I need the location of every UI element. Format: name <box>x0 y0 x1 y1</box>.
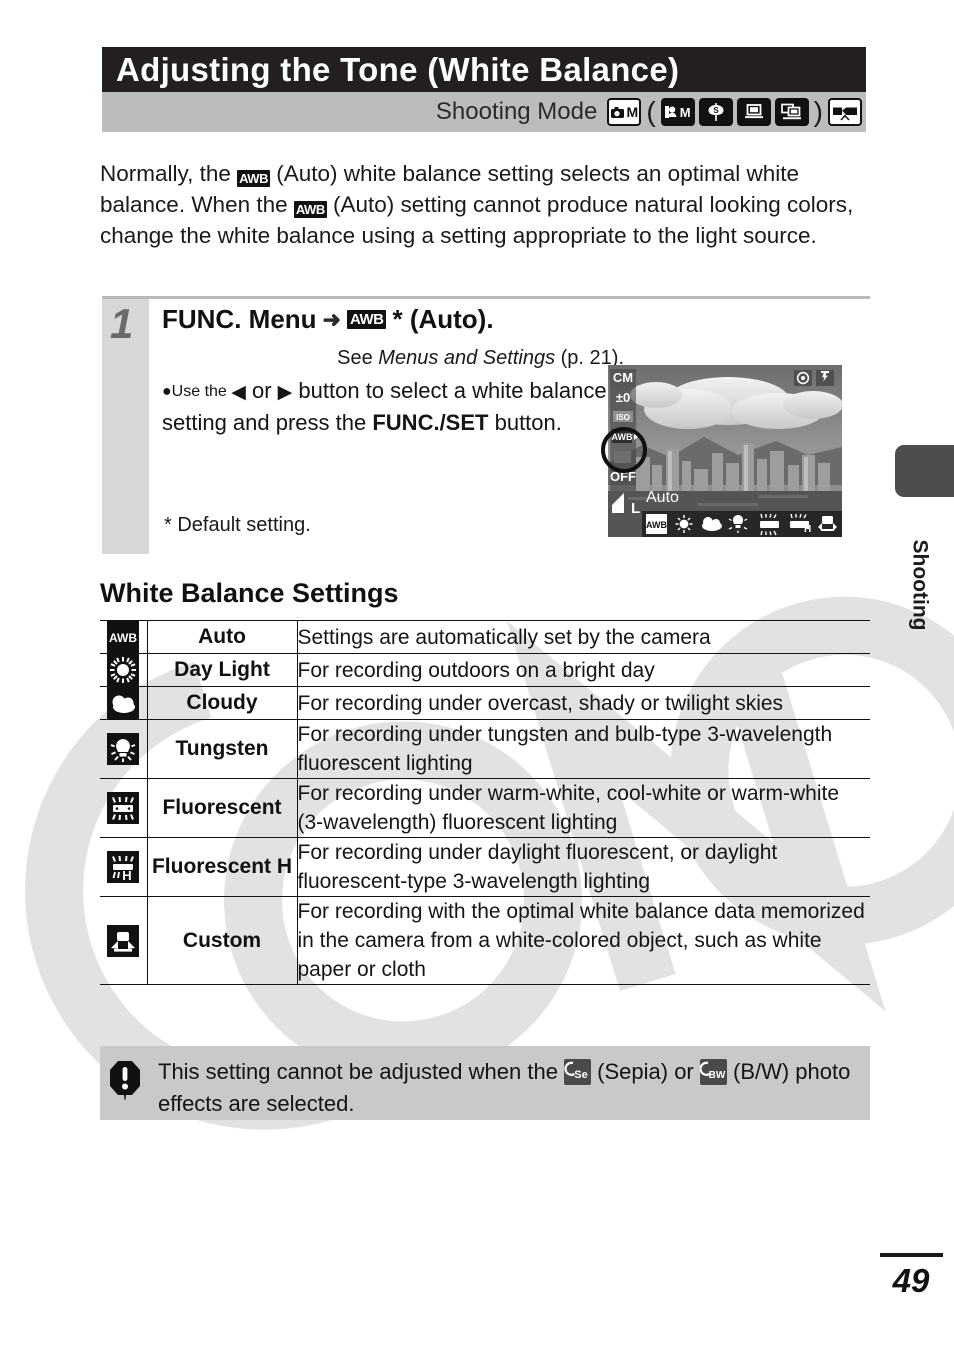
row-description: For recording with the optimal white bal… <box>297 900 865 981</box>
page-title-bar: Adjusting the Tone (White Balance) <box>102 47 866 92</box>
side-tab-label: Shooting <box>889 505 949 665</box>
lcd-highlight-circle <box>601 427 647 473</box>
paren-close-icon: ) <box>813 96 823 127</box>
note-text-part-2: (Sepia) or <box>591 1059 700 1084</box>
cloudy-icon <box>107 687 140 719</box>
daylight-icon <box>107 654 140 686</box>
table-row: Tungsten For recording under tungsten an… <box>100 719 870 779</box>
custom-icon <box>107 924 140 957</box>
row-icon-cell: H <box>100 837 148 897</box>
svg-text:CM: CM <box>613 370 633 385</box>
warning-icon <box>108 1056 152 1106</box>
see-italic-ref: Menus and Settings <box>378 347 556 369</box>
row-name: Fluorescent <box>147 778 298 838</box>
svg-text:AWB: AWB <box>646 520 667 530</box>
shooting-mode-icons: M ( M S) <box>607 98 862 126</box>
table-row: H Fluorescent H For recording under dayl… <box>100 837 870 897</box>
row-icon-cell: AWB <box>100 620 148 654</box>
foliage-icon: S <box>698 98 733 126</box>
svg-text:L: L <box>631 500 640 517</box>
page-title: Adjusting the Tone (White Balance) <box>116 50 680 88</box>
shooting-mode-bar: Shooting Mode M ( M S) <box>102 92 866 132</box>
svg-text:AWB: AWB <box>109 631 137 645</box>
table-row: Cloudy For recording under overcast, sha… <box>100 686 870 720</box>
movie-icon <box>828 98 862 126</box>
sepia-icon: Se <box>564 1059 592 1085</box>
note-box: This setting cannot be adjusted when the… <box>100 1046 870 1120</box>
row-name: Fluorescent H <box>147 837 298 897</box>
row-description: For recording outdoors on a bright day <box>297 658 655 682</box>
row-icon-cell <box>100 653 148 687</box>
intro-paragraph: Normally, the AWB (Auto) white balance s… <box>100 158 875 251</box>
row-name: Auto <box>147 620 298 654</box>
svg-text:Se: Se <box>574 1069 587 1081</box>
step-bullet-text: ●Use the ◀ or ▶ button to select a white… <box>162 376 632 438</box>
row-description: For recording under tungsten and bulb-ty… <box>297 723 833 775</box>
row-description: For recording under daylight fluorescent… <box>297 841 778 893</box>
row-icon-cell <box>100 719 148 779</box>
table-row: AWB Auto Settings are automatically set … <box>100 620 870 654</box>
row-name: Cloudy <box>147 686 298 720</box>
row-icon-cell <box>100 686 148 720</box>
tungsten-icon <box>107 733 140 765</box>
kids-pets-icon <box>774 98 809 126</box>
note-text-part-1: This setting cannot be adjusted when the <box>158 1059 565 1084</box>
step-content: FUNC. Menu ➜ AWB * (Auto). See Menus and… <box>162 304 632 438</box>
awb-icon: AWB <box>237 170 270 187</box>
see-prefix: See <box>337 347 379 369</box>
svg-text:H: H <box>123 868 132 883</box>
row-name: Tungsten <box>147 719 298 779</box>
svg-text:H: H <box>804 524 811 535</box>
side-tab-marker <box>895 445 954 497</box>
table-row: Fluorescent For recording under warm-whi… <box>100 778 870 838</box>
see-reference: See Menus and Settings (p. 21). <box>162 347 632 370</box>
paren-open-icon: ( <box>646 96 656 127</box>
row-icon-cell <box>100 778 148 838</box>
shooting-mode-label: Shooting Mode <box>435 98 598 125</box>
page-number: 49 <box>892 1262 930 1299</box>
white-balance-settings-table: AWB Auto Settings are automatically set … <box>100 620 870 985</box>
bw-icon: BW <box>699 1059 727 1085</box>
row-description: For recording under overcast, shady or t… <box>297 691 784 715</box>
fluorescent-icon <box>107 792 140 824</box>
side-tab-text: Shooting <box>908 539 932 631</box>
table-row: Day Light For recording outdoors on a br… <box>100 653 870 687</box>
default-setting-note: * Default setting. <box>164 514 311 536</box>
bullet-end: button. <box>488 410 562 435</box>
table-row: Custom For recording with the optimal wh… <box>100 896 870 985</box>
svg-text:±0: ±0 <box>616 390 630 405</box>
svg-text:BW: BW <box>709 1070 726 1081</box>
awb-icon: AWB <box>346 310 387 329</box>
step-heading-text: FUNC. Menu <box>162 304 317 334</box>
intro-text-1: Normally, the <box>100 161 238 186</box>
step-heading: FUNC. Menu ➜ AWB * (Auto). <box>162 304 632 335</box>
svg-text:Auto: Auto <box>646 489 679 506</box>
step-number: 1 <box>110 300 134 347</box>
indoor-icon <box>736 98 771 126</box>
camera-m-icon: M <box>607 98 642 126</box>
footer-rule <box>880 1253 943 1257</box>
right-arrow-icon: ▶ <box>277 382 293 403</box>
section-heading: White Balance Settings <box>100 578 399 608</box>
row-icon-cell <box>100 896 148 985</box>
awb-icon: AWB <box>293 201 327 218</box>
portrait-m-icon: M <box>660 98 695 126</box>
note-text: This setting cannot be adjusted when the… <box>152 1056 870 1120</box>
fluorescent-h-icon: H <box>107 851 140 883</box>
manual-page: Adjusting the Tone (White Balance) Shoot… <box>0 0 954 1345</box>
arrow-right-icon: ➜ <box>322 306 341 332</box>
left-arrow-icon: ◀ <box>231 382 246 403</box>
row-name: Day Light <box>147 653 298 687</box>
func-set-button-label: FUNC./SET <box>372 410 489 435</box>
bullet-pre: ●Use the <box>162 383 232 400</box>
row-description: Settings are automatically set by the ca… <box>297 625 711 649</box>
bullet-mid: or <box>245 378 278 403</box>
row-name: Custom <box>147 896 298 985</box>
row-description: For recording under warm-white, cool-whi… <box>297 782 840 834</box>
step-heading-suffix: * (Auto). <box>392 304 494 334</box>
svg-text:ISO: ISO <box>616 413 630 422</box>
svg-text:S: S <box>713 106 719 115</box>
step-divider <box>102 296 870 299</box>
awb-icon: AWB <box>107 621 140 653</box>
